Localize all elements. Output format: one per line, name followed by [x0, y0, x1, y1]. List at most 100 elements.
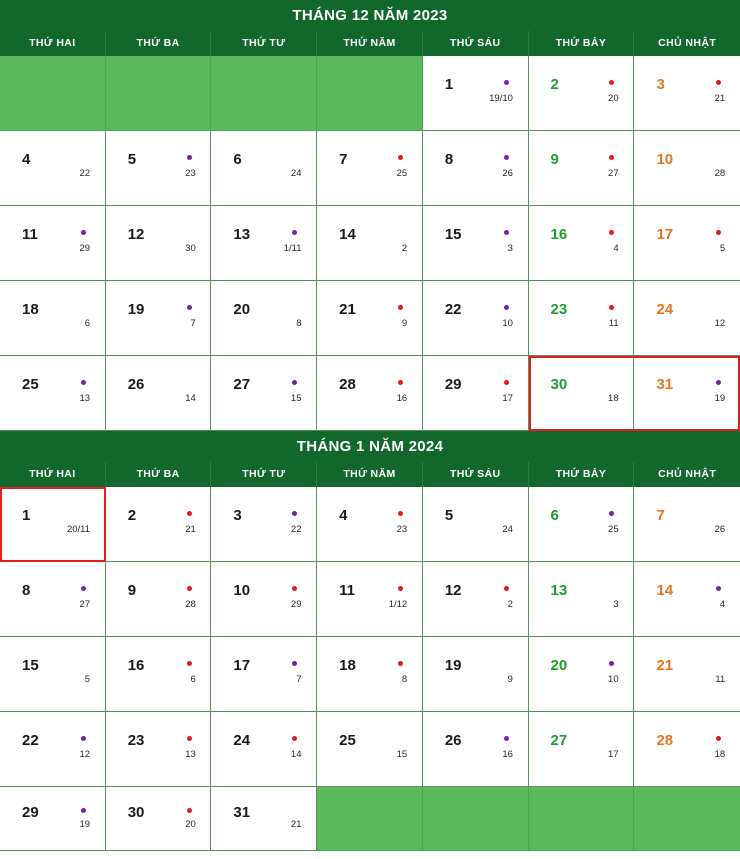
day-cell[interactable]: 26 14	[105, 356, 212, 431]
solar-date: 19	[127, 300, 145, 318]
day-cell[interactable]: 15 3	[422, 206, 529, 281]
solar-date: 16	[550, 225, 568, 243]
day-cell[interactable]: 9 28	[105, 562, 212, 637]
day-cell[interactable]: 14 2	[317, 206, 423, 281]
day-cell[interactable]: 18 6	[0, 281, 106, 356]
day-cell[interactable]: 31 21	[211, 787, 318, 851]
lunar-date: 21	[290, 818, 302, 830]
day-cell[interactable]: 8 27	[0, 562, 106, 637]
lunar-date: 15	[396, 749, 408, 761]
lunar-date: 8	[401, 674, 408, 686]
red-dot-icon	[186, 511, 192, 517]
solar-date: 31	[656, 375, 674, 393]
solar-date: 18	[21, 300, 39, 318]
lunar-date: 18	[608, 393, 619, 405]
solar-date: 29	[21, 803, 39, 821]
day-cell[interactable]: 13 1/11	[211, 206, 318, 281]
red-dot-icon	[398, 511, 403, 517]
day-cell[interactable]: 10 28	[634, 131, 740, 206]
day-cell[interactable]: 9 27	[528, 131, 635, 206]
day-cell[interactable]: 16 6	[105, 637, 212, 712]
day-cell[interactable]: 29 19	[0, 787, 106, 851]
day-cell[interactable]: 25 13	[0, 356, 106, 431]
lunar-date: 1/11	[283, 243, 302, 255]
day-cell[interactable]: 10 29	[211, 562, 318, 637]
lunar-date: 30	[185, 243, 196, 255]
solar-date: 8	[444, 150, 454, 168]
day-cell[interactable]: 22 10	[422, 281, 529, 356]
day-cell[interactable]: 29 17	[422, 356, 529, 431]
day-cell[interactable]: 18 8	[317, 637, 423, 712]
day-cell[interactable]: 19 9	[422, 637, 529, 712]
day-cell[interactable]: 25 15	[317, 712, 423, 787]
day-cell[interactable]: 23 13	[105, 712, 212, 787]
day-cell[interactable]: 28 18	[634, 712, 740, 787]
day-cell[interactable]: 31 19	[634, 356, 740, 431]
day-cell[interactable]: 17 5	[634, 206, 740, 281]
weekday-header-3: THỨ NĂM	[317, 31, 423, 56]
weeks-container: 1 20/11 2 21 3 22 4 23 5 24 6 25 7 26 8 27 9 28 10 29 11 1/12…	[0, 487, 740, 851]
lunar-date: 17	[502, 393, 513, 405]
red-dot-icon	[186, 807, 192, 813]
day-cell[interactable]: 27 17	[528, 712, 635, 787]
day-cell[interactable]: 24 14	[211, 712, 318, 787]
red-dot-icon	[398, 380, 403, 386]
day-cell[interactable]: 3 21	[634, 56, 740, 131]
day-cell[interactable]: 11 1/12	[317, 562, 423, 637]
day-cell[interactable]: 2 21	[105, 487, 212, 562]
day-cell[interactable]: 30 18	[528, 356, 635, 431]
day-cell[interactable]: 14 4	[634, 562, 740, 637]
day-cell[interactable]: 2 20	[528, 56, 635, 131]
weekday-header-6: CHỦ NHẬT	[658, 37, 717, 49]
week-row: 22 12 23 13 24 14 25 15 26 16 27 17 28 18	[0, 712, 740, 787]
lunar-date: 11	[608, 318, 619, 330]
day-cell[interactable]: 20 8	[211, 281, 318, 356]
day-cell[interactable]: 3 22	[211, 487, 318, 562]
solar-date: 5	[127, 150, 137, 168]
day-cell[interactable]: 19 7	[105, 281, 212, 356]
day-cell[interactable]: 17 7	[211, 637, 318, 712]
day-cell[interactable]: 4 23	[317, 487, 423, 562]
solar-date: 17	[233, 656, 251, 674]
day-cell[interactable]: 6 25	[528, 487, 635, 562]
red-dot-icon	[715, 80, 721, 86]
red-dot-icon	[398, 661, 403, 667]
lunar-date: 26	[502, 168, 513, 180]
day-cell[interactable]: 13 3	[528, 562, 635, 637]
day-cell[interactable]: 24 12	[634, 281, 740, 356]
day-cell[interactable]: 6 24	[211, 131, 318, 206]
weekday-header-1: THỨ BA	[106, 31, 212, 56]
day-cell[interactable]: 22 12	[0, 712, 106, 787]
day-cell[interactable]: 27 15	[211, 356, 318, 431]
lunar-date: 26	[714, 524, 726, 536]
week-row: 8 27 9 28 10 29 11 1/12 12 2 13 3 14 4	[0, 562, 740, 637]
lunar-date: 13	[79, 393, 91, 405]
day-cell[interactable]: 7 25	[317, 131, 423, 206]
day-cell[interactable]: 26 16	[422, 712, 529, 787]
day-cell[interactable]: 8 26	[422, 131, 529, 206]
day-cell[interactable]: 11 29	[0, 206, 106, 281]
day-cell[interactable]: 20 10	[528, 637, 635, 712]
day-cell[interactable]: 21 11	[634, 637, 740, 712]
solar-date: 23	[127, 731, 145, 749]
lunar-date: 9	[507, 674, 513, 686]
lunar-date: 28	[185, 599, 196, 611]
day-cell[interactable]: 1 19/10	[422, 56, 529, 131]
day-cell[interactable]: 5 24	[422, 487, 529, 562]
empty-day-cell	[211, 56, 318, 131]
day-cell[interactable]: 7 26	[634, 487, 740, 562]
day-cell[interactable]: 21 9	[317, 281, 423, 356]
day-cell[interactable]: 1 20/11	[0, 487, 106, 562]
day-cell[interactable]: 12 30	[105, 206, 212, 281]
day-cell[interactable]: 5 23	[105, 131, 212, 206]
day-cell[interactable]: 16 4	[528, 206, 635, 281]
purple-dot-icon	[292, 230, 298, 236]
day-cell[interactable]: 4 22	[0, 131, 106, 206]
lunar-date: 29	[290, 599, 302, 611]
day-cell[interactable]: 12 2	[422, 562, 529, 637]
day-cell[interactable]: 30 20	[105, 787, 212, 851]
day-cell[interactable]: 28 16	[317, 356, 423, 431]
empty-day-cell	[105, 56, 212, 131]
day-cell[interactable]: 23 11	[528, 281, 635, 356]
day-cell[interactable]: 15 5	[0, 637, 106, 712]
